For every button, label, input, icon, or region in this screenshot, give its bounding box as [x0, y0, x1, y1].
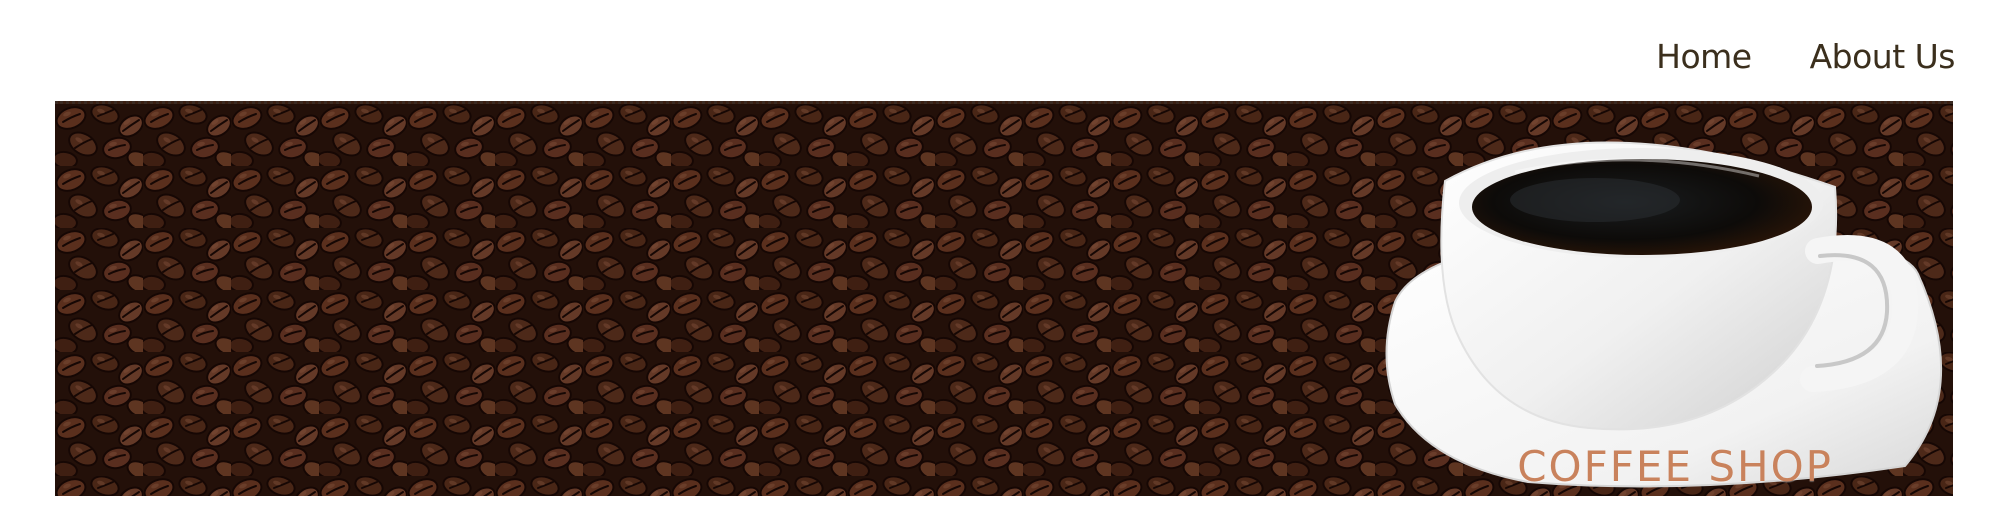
nav-home-link[interactable]: Home	[1656, 40, 1752, 73]
page: Home About Us COFFEE SHOP	[0, 0, 1999, 518]
main-nav: Home About Us	[1656, 40, 1955, 73]
hero-banner: COFFEE SHOP	[55, 101, 1953, 496]
nav-about-us-link[interactable]: About Us	[1810, 40, 1956, 73]
hero-title: COFFEE SHOP	[1517, 442, 1833, 491]
hero-image	[55, 104, 1953, 496]
